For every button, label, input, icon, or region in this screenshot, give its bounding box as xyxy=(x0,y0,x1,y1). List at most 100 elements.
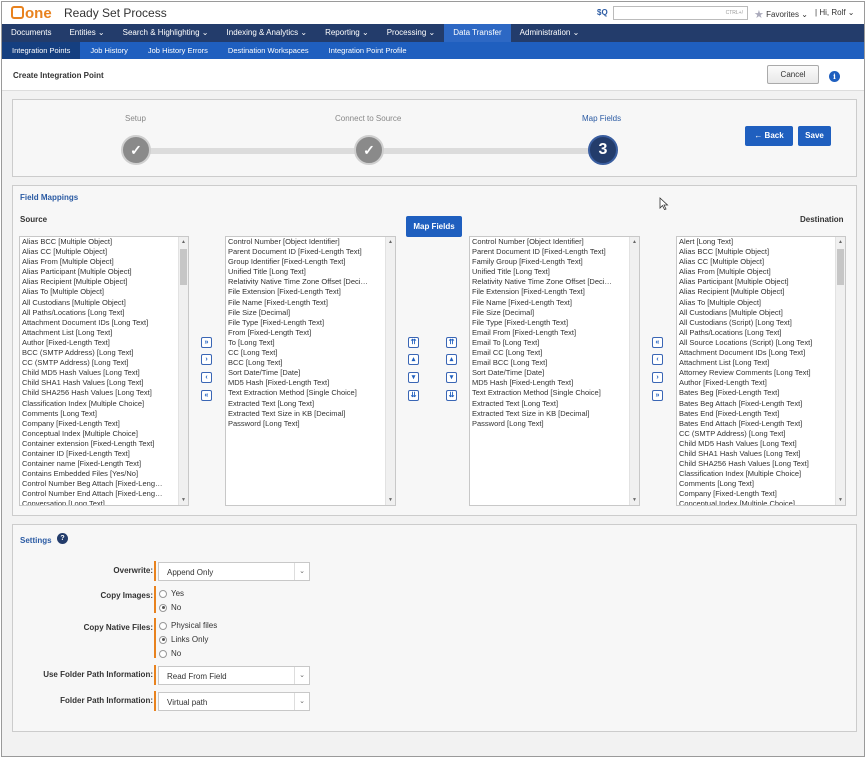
dest-move-left-icon[interactable]: ‹ xyxy=(652,354,663,365)
list-item[interactable]: Email From [Fixed-Length Text] xyxy=(472,328,627,338)
list-item[interactable]: All Source Locations (Script) [Long Text… xyxy=(679,338,833,348)
dest-move-up-icon[interactable]: ▴ xyxy=(446,354,457,365)
move-all-right-icon[interactable]: » xyxy=(201,337,212,348)
list-item[interactable]: All Custodians (Script) [Long Text] xyxy=(679,318,833,328)
mapped-destination-fields-list[interactable]: Control Number [Object Identifier] Parent… xyxy=(469,236,640,506)
dest-move-bottom-icon[interactable]: ⇊ xyxy=(446,390,457,401)
source-fields-list[interactable]: Alias BCC [Multiple Object] Alias CC [Mul… xyxy=(19,236,189,506)
list-item[interactable]: Password [Long Text] xyxy=(472,419,627,429)
dest-move-down-icon[interactable]: ▾ xyxy=(446,372,457,383)
list-item[interactable]: Text Extraction Method [Single Choice] xyxy=(472,388,627,398)
list-item[interactable]: Text Extraction Method [Single Choice] xyxy=(228,388,383,398)
list-item[interactable]: Alias To [Multiple Object] xyxy=(679,298,833,308)
list-item[interactable]: All Custodians [Multiple Object] xyxy=(679,308,833,318)
list-item[interactable]: Alias Participant [Multiple Object] xyxy=(679,277,833,287)
list-item[interactable]: File Size [Decimal] xyxy=(472,308,627,318)
copy-images-yes[interactable]: Yes xyxy=(159,589,184,598)
list-item[interactable]: Alias BCC [Multiple Object] xyxy=(679,247,833,257)
list-item[interactable]: Child SHA1 Hash Values [Long Text] xyxy=(22,378,176,388)
list-item[interactable]: Container extension [Fixed-Length Text] xyxy=(22,439,176,449)
list-item[interactable]: Unified Title [Long Text] xyxy=(228,267,383,277)
user-menu[interactable]: | Hi, Rolf ⌄ xyxy=(815,8,854,17)
list-item[interactable]: All Paths/Locations [Long Text] xyxy=(22,308,176,318)
list-item[interactable]: BCC [Long Text] xyxy=(228,358,383,368)
move-left-icon[interactable]: ‹ xyxy=(201,372,212,383)
mapped-source-scrollbar[interactable]: ▲ ▼ xyxy=(385,237,395,505)
copy-natives-physical[interactable]: Physical files xyxy=(159,621,217,630)
list-item[interactable]: Parent Document ID [Fixed-Length Text] xyxy=(472,247,627,257)
list-item[interactable]: File Type [Fixed-Length Text] xyxy=(472,318,627,328)
list-item[interactable]: Control Number Beg Attach [Fixed-Leng… xyxy=(22,479,176,489)
list-item[interactable]: Child SHA256 Hash Values [Long Text] xyxy=(22,388,176,398)
nav-item[interactable]: Reporting ⌄ xyxy=(316,24,378,42)
list-item[interactable]: BCC (SMTP Address) [Long Text] xyxy=(22,348,176,358)
list-item[interactable]: Password [Long Text] xyxy=(228,419,383,429)
list-item[interactable]: Container name [Fixed-Length Text] xyxy=(22,459,176,469)
subnav-tab[interactable]: Integration Points xyxy=(2,42,81,59)
cancel-button[interactable]: Cancel xyxy=(767,65,819,84)
list-item[interactable]: Attachment Document IDs [Long Text] xyxy=(22,318,176,328)
destination-list-scrollbar[interactable]: ▲ ▼ xyxy=(835,237,845,505)
list-item[interactable]: Extracted Text [Long Text] xyxy=(228,399,383,409)
global-search-input[interactable]: CTRL+/ xyxy=(613,6,748,20)
map-fields-button[interactable]: Map Fields xyxy=(406,216,462,237)
nav-item[interactable]: Data Transfer xyxy=(444,24,511,42)
list-item[interactable]: Alias CC [Multiple Object] xyxy=(22,247,176,257)
folder-path-info-select[interactable]: Virtual path ⌄ xyxy=(158,692,310,711)
dest-move-right-icon[interactable]: › xyxy=(652,372,663,383)
subnav-tab[interactable]: Job History xyxy=(80,42,138,59)
source-move-down-icon[interactable]: ▾ xyxy=(408,372,419,383)
list-item[interactable]: Relativity Native Time Zone Offset [Deci… xyxy=(472,277,627,287)
list-item[interactable]: To [Long Text] xyxy=(228,338,383,348)
favorites-menu[interactable]: ★ Favorites ⌄ xyxy=(754,7,808,21)
list-item[interactable]: Extracted Text Size in KB [Decimal] xyxy=(472,409,627,419)
list-item[interactable]: Conceptual Index [Multiple Choice] xyxy=(679,499,833,505)
list-item[interactable]: File Name [Fixed-Length Text] xyxy=(228,298,383,308)
list-item[interactable]: Extracted Text [Long Text] xyxy=(472,399,627,409)
source-move-bottom-icon[interactable]: ⇊ xyxy=(408,390,419,401)
list-item[interactable]: Attorney Review Comments [Long Text] xyxy=(679,368,833,378)
list-item[interactable]: Classification Index [Multiple Choice] xyxy=(679,469,833,479)
source-move-up-icon[interactable]: ▴ xyxy=(408,354,419,365)
copy-natives-no[interactable]: No xyxy=(159,649,181,658)
list-item[interactable]: All Custodians [Multiple Object] xyxy=(22,298,176,308)
list-item[interactable]: Attachment List [Long Text] xyxy=(679,358,833,368)
list-item[interactable]: Parent Document ID [Fixed-Length Text] xyxy=(228,247,383,257)
use-folder-path-select[interactable]: Read From Field ⌄ xyxy=(158,666,310,685)
copy-natives-links-only[interactable]: Links Only xyxy=(159,635,208,644)
mapped-destination-scrollbar[interactable]: ▲ ▼ xyxy=(629,237,639,505)
list-item[interactable]: Classification Index [Multiple Choice] xyxy=(22,399,176,409)
list-item[interactable]: Attachment List [Long Text] xyxy=(22,328,176,338)
nav-item[interactable]: Administration ⌄ xyxy=(511,24,589,42)
list-item[interactable]: Control Number [Object Identifier] xyxy=(228,237,383,247)
list-item[interactable]: Company [Fixed-Length Text] xyxy=(679,489,833,499)
nav-item[interactable]: Indexing & Analytics ⌄ xyxy=(218,24,317,42)
dest-move-all-left-icon[interactable]: « xyxy=(652,337,663,348)
list-item[interactable]: File Size [Decimal] xyxy=(228,308,383,318)
list-item[interactable]: MD5 Hash [Fixed-Length Text] xyxy=(472,378,627,388)
list-item[interactable]: Bates End [Fixed-Length Text] xyxy=(679,409,833,419)
help-icon[interactable]: ? xyxy=(57,533,68,544)
list-item[interactable]: Child SHA256 Hash Values [Long Text] xyxy=(679,459,833,469)
list-item[interactable]: CC (SMTP Address) [Long Text] xyxy=(22,358,176,368)
list-item[interactable]: Email BCC [Long Text] xyxy=(472,358,627,368)
list-item[interactable]: Alias Recipient [Multiple Object] xyxy=(22,277,176,287)
list-item[interactable]: Container ID [Fixed-Length Text] xyxy=(22,449,176,459)
list-item[interactable]: Group Identifier [Fixed-Length Text] xyxy=(228,257,383,267)
list-item[interactable]: File Name [Fixed-Length Text] xyxy=(472,298,627,308)
list-item[interactable]: File Extension [Fixed-Length Text] xyxy=(472,287,627,297)
list-item[interactable]: Sort Date/Time [Date] xyxy=(228,368,383,378)
list-item[interactable]: CC [Long Text] xyxy=(228,348,383,358)
list-item[interactable]: Conceptual Index [Multiple Choice] xyxy=(22,429,176,439)
list-item[interactable]: All Paths/Locations [Long Text] xyxy=(679,328,833,338)
mapped-source-fields-list[interactable]: Control Number [Object Identifier] Parent… xyxy=(225,236,396,506)
list-item[interactable]: Alias Recipient [Multiple Object] xyxy=(679,287,833,297)
list-item[interactable]: Conversation [Long Text] xyxy=(22,499,176,505)
save-button[interactable]: Save xyxy=(798,126,831,146)
source-list-scrollbar[interactable]: ▲ ▼ xyxy=(178,237,188,505)
list-item[interactable]: MD5 Hash [Fixed-Length Text] xyxy=(228,378,383,388)
nav-item[interactable]: Processing ⌄ xyxy=(378,24,445,42)
list-item[interactable]: CC (SMTP Address) [Long Text] xyxy=(679,429,833,439)
list-item[interactable]: Alias To [Multiple Object] xyxy=(22,287,176,297)
list-item[interactable]: Bates Beg [Fixed-Length Text] xyxy=(679,388,833,398)
